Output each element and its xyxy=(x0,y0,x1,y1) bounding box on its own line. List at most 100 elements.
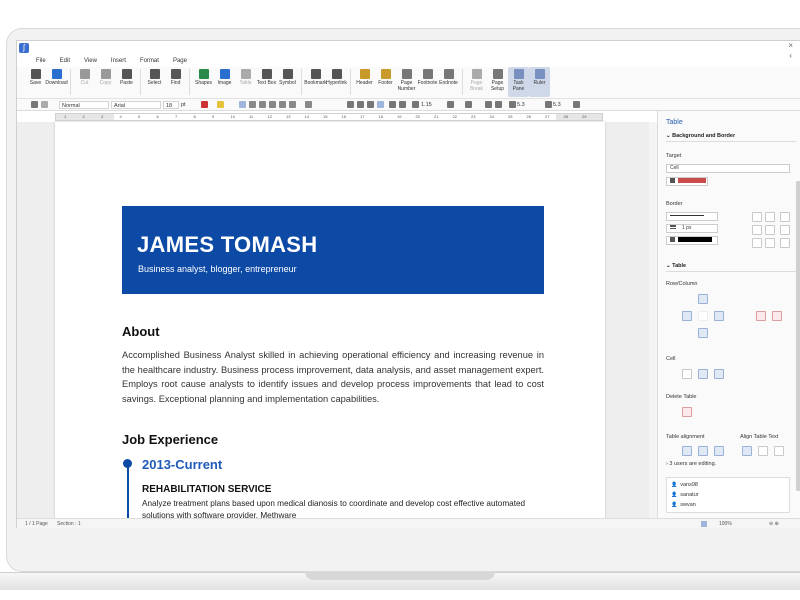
border-color-picker[interactable] xyxy=(666,236,718,245)
table-align-left-icon[interactable] xyxy=(682,446,692,456)
border-top-icon[interactable] xyxy=(752,225,762,235)
delete-table-icon[interactable] xyxy=(682,407,692,417)
toolbar-select-button[interactable]: Select xyxy=(144,67,165,97)
highlight-icon[interactable] xyxy=(217,101,224,108)
ruler[interactable]: 1 2 3 4 5 6 7 8 9 10 11 12 13 14 15 16 17 18 19 20 21 22 23 24 2… xyxy=(55,113,603,121)
font-color-icon[interactable] xyxy=(201,101,208,108)
table-align-center-icon[interactable] xyxy=(698,446,708,456)
clear-format-icon[interactable] xyxy=(305,101,312,108)
layout-view-icon[interactable] xyxy=(701,521,707,527)
outdent-icon[interactable] xyxy=(399,101,406,108)
text-align-top-icon[interactable] xyxy=(742,446,752,456)
toolbar-paste-button[interactable]: Paste xyxy=(116,67,137,97)
redo-icon[interactable] xyxy=(41,101,48,108)
insert-column-left-icon[interactable] xyxy=(682,311,692,321)
split-table-icon[interactable] xyxy=(714,369,724,379)
zoom-level[interactable]: 100% xyxy=(719,521,732,528)
indent-icon[interactable] xyxy=(389,101,396,108)
insert-column-right-icon[interactable] xyxy=(714,311,724,321)
toolbar-textbox-button[interactable]: Text Box xyxy=(256,67,277,97)
spacing-before-value[interactable]: 5.3 xyxy=(517,101,525,109)
toolbar-image-button[interactable]: Image xyxy=(214,67,235,97)
numbered-list-icon[interactable] xyxy=(447,101,454,108)
subscript-icon[interactable] xyxy=(289,101,296,108)
increase-indent-icon[interactable] xyxy=(495,101,502,108)
toolbar-hyperlink-button[interactable]: Hyperlink xyxy=(326,67,347,97)
decrease-indent-icon[interactable] xyxy=(485,101,492,108)
superscript-icon[interactable] xyxy=(279,101,286,108)
border-bottom-icon[interactable] xyxy=(780,225,790,235)
spacing-before-icon[interactable] xyxy=(509,101,516,108)
toolbar-page-number-button[interactable]: Page Number xyxy=(396,67,417,97)
menu-page[interactable]: Page xyxy=(166,55,194,67)
style-select[interactable]: Normal xyxy=(59,101,109,109)
align-left-icon[interactable] xyxy=(347,101,354,108)
split-cells-icon[interactable] xyxy=(698,369,708,379)
bg-border-section[interactable]: ⌄ Background and Border xyxy=(666,133,735,139)
toolbar-bookmark-button[interactable]: Bookmark xyxy=(304,67,327,97)
toolbar-download-button[interactable]: Download xyxy=(45,67,68,97)
toolbar-page-setup-button[interactable]: Page Setup xyxy=(487,67,508,97)
text-align-middle-icon[interactable] xyxy=(758,446,768,456)
text-align-bottom-icon[interactable] xyxy=(774,446,784,456)
toolbar-symbol-button[interactable]: Symbol xyxy=(277,67,298,97)
pane-scrollbar[interactable] xyxy=(796,181,800,491)
border-style-select[interactable] xyxy=(666,212,718,221)
menu-edit[interactable]: Edit xyxy=(53,55,77,67)
toolbar-task-pane-button[interactable]: Task Pane xyxy=(508,67,529,97)
toolbar-shapes-button[interactable]: Shapes xyxy=(193,67,214,97)
table-section[interactable]: ⌄ Table xyxy=(666,263,686,269)
spacing-after-icon[interactable] xyxy=(545,101,552,108)
fill-color-picker[interactable] xyxy=(666,177,708,186)
editing-note[interactable]: › 3 users are editing. xyxy=(666,461,716,467)
toolbar-page-break-button[interactable]: Page Break xyxy=(466,67,487,97)
zoom-controls[interactable]: ⊖ ⊕ xyxy=(769,521,779,528)
menu-format[interactable]: Format xyxy=(133,55,166,67)
border-none-icon[interactable] xyxy=(780,212,790,222)
document-area[interactable]: JAMES TOMASH Business analyst, blogger, … xyxy=(17,122,657,525)
undo-icon[interactable] xyxy=(31,101,38,108)
toolbar-footnote-button[interactable]: Footnote xyxy=(417,67,438,97)
document-page[interactable]: JAMES TOMASH Business analyst, blogger, … xyxy=(55,122,605,525)
justify-icon[interactable] xyxy=(377,101,384,108)
border-outer-icon[interactable] xyxy=(752,212,762,222)
menu-file[interactable]: File xyxy=(29,55,53,67)
toolbar-footer-button[interactable]: Footer xyxy=(375,67,396,97)
toolbar-copy-button[interactable]: Copy xyxy=(95,67,116,97)
insert-row-below-icon[interactable] xyxy=(698,328,708,338)
target-select[interactable]: Cell xyxy=(666,164,790,173)
border-center-icon[interactable] xyxy=(765,238,775,248)
close-icon[interactable]: × xyxy=(788,41,793,51)
toolbar-ruler-button[interactable]: Ruler xyxy=(529,67,550,97)
table-align-right-icon[interactable] xyxy=(714,446,724,456)
font-size-select[interactable]: 18 xyxy=(163,101,179,109)
border-middle-icon[interactable] xyxy=(765,225,775,235)
bold-icon[interactable] xyxy=(239,101,246,108)
border-width-select[interactable]: 1 px xyxy=(666,224,718,233)
toolbar-save-button[interactable]: Save xyxy=(25,67,46,97)
font-select[interactable]: Arial xyxy=(111,101,161,109)
italic-icon[interactable] xyxy=(249,101,256,108)
menu-view[interactable]: View xyxy=(77,55,104,67)
border-right-icon[interactable] xyxy=(780,238,790,248)
spacing-after-value[interactable]: 5.3 xyxy=(553,101,561,109)
line-spacing-icon[interactable] xyxy=(412,101,419,108)
toolbar-table-button[interactable]: Table xyxy=(235,67,256,97)
border-left-icon[interactable] xyxy=(752,238,762,248)
delete-column-icon[interactable] xyxy=(772,311,782,321)
toolbar-header-button[interactable]: Header xyxy=(354,67,375,97)
bullet-list-icon[interactable] xyxy=(465,101,472,108)
align-right-icon[interactable] xyxy=(367,101,374,108)
line-spacing-value[interactable]: 1.15 xyxy=(421,101,432,109)
toolbar-cut-button[interactable]: Cut xyxy=(74,67,95,97)
border-all-icon[interactable] xyxy=(765,212,775,222)
document-scrollbar[interactable] xyxy=(649,122,657,518)
toolbar-find-button[interactable]: Find xyxy=(165,67,186,97)
toolbar-endnote-button[interactable]: Endnote xyxy=(438,67,459,97)
align-center-icon[interactable] xyxy=(357,101,364,108)
underline-icon[interactable] xyxy=(259,101,266,108)
delete-row-icon[interactable] xyxy=(756,311,766,321)
menu-insert[interactable]: Insert xyxy=(104,55,133,67)
paragraph-marks-icon[interactable] xyxy=(573,101,580,108)
strikethrough-icon[interactable] xyxy=(269,101,276,108)
